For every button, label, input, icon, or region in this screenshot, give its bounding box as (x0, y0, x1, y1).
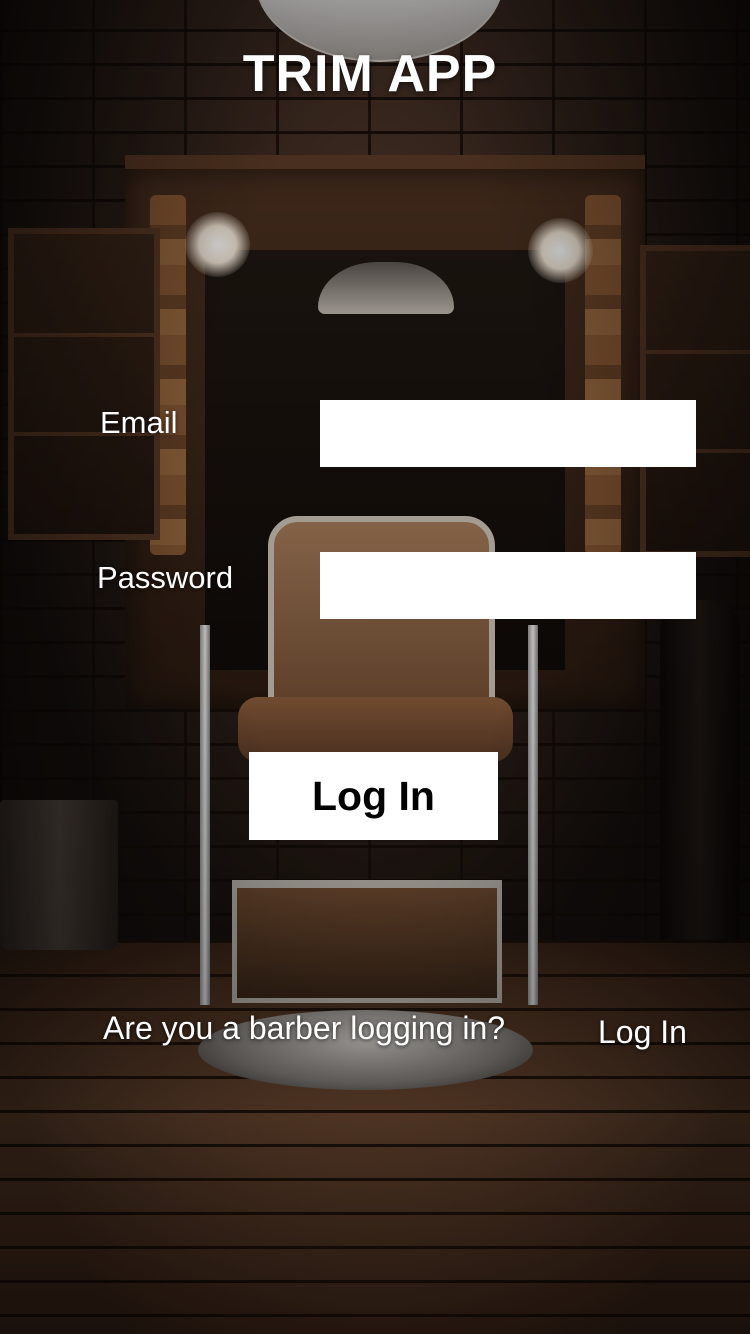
dim-overlay (0, 0, 750, 1334)
password-field[interactable] (320, 552, 696, 619)
barber-login-link[interactable]: Log In (598, 1014, 687, 1051)
barbershop-background-image (0, 0, 750, 1334)
password-label: Password (97, 560, 234, 595)
email-field[interactable] (320, 400, 696, 467)
app-title: TRIM APP (242, 45, 498, 103)
barber-question-text: Are you a barber logging in? (103, 1010, 506, 1046)
email-label: Email (100, 405, 178, 440)
login-button[interactable]: Log In (249, 752, 498, 840)
